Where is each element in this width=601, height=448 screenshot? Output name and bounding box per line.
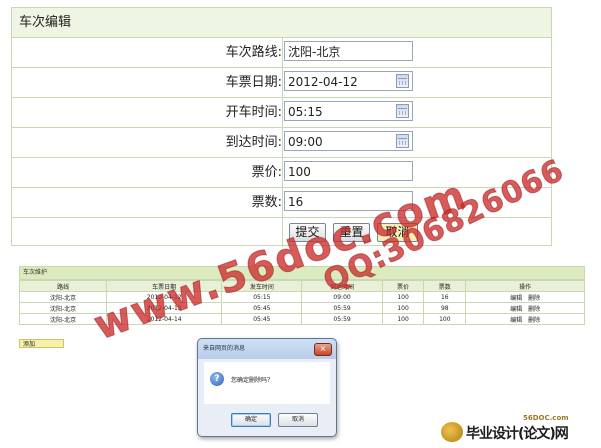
close-button[interactable]: × bbox=[314, 343, 332, 356]
dialog-message: 您确定删除吗？ bbox=[231, 377, 274, 384]
edit-link[interactable]: 编辑 bbox=[510, 306, 522, 313]
cell-actions: 编辑 删除 bbox=[465, 313, 585, 325]
calendar-icon[interactable] bbox=[396, 104, 409, 118]
table-row: 沈阳-北京 2012-04-12 05:15 09:00 100 16 编辑 删除 bbox=[18, 291, 585, 303]
route-input[interactable]: 沈阳-北京 bbox=[284, 41, 413, 61]
logo-text: 毕业设计(论文)网 bbox=[466, 426, 569, 442]
form-row-buttons: 提交 重置 取消 bbox=[12, 218, 551, 247]
arrive-time-label: 到达时间: bbox=[225, 135, 282, 150]
cell-actions: 编辑 删除 bbox=[465, 302, 585, 314]
col-route: 路线 bbox=[18, 280, 108, 292]
price-input[interactable]: 100 bbox=[284, 161, 413, 181]
logo-url: 56DOC.com bbox=[523, 414, 569, 422]
route-label: 车次路线: bbox=[225, 45, 282, 60]
reset-button[interactable]: 重置 bbox=[333, 223, 370, 242]
cell-depart: 05:15 bbox=[221, 291, 303, 303]
date-value: 2012-04-12 bbox=[288, 75, 358, 89]
form-row-price: 票价: 100 bbox=[12, 158, 551, 188]
cell-price: 100 bbox=[381, 302, 425, 314]
cell-date: 2012-04-14 bbox=[106, 313, 223, 325]
form-row-route: 车次路线: 沈阳-北京 bbox=[12, 38, 551, 68]
form-row-date: 车票日期: 2012-04-12 bbox=[12, 68, 551, 98]
cell-route: 沈阳-北京 bbox=[18, 291, 108, 303]
train-table: 路线 车票日期 发车时间 到达时间 票价 票数 操作 沈阳-北京 2012-04… bbox=[18, 280, 585, 325]
cell-arrive: 05:59 bbox=[301, 302, 383, 314]
cell-depart: 05:45 bbox=[221, 313, 303, 325]
cell-depart: 05:45 bbox=[221, 302, 303, 314]
col-count: 票数 bbox=[423, 280, 467, 292]
col-arrive: 到达时间 bbox=[301, 280, 383, 292]
question-icon: ? bbox=[210, 372, 224, 386]
cell-count: 100 bbox=[423, 313, 467, 325]
col-date: 车票日期 bbox=[106, 280, 223, 292]
cell-price: 100 bbox=[381, 313, 425, 325]
ticket-count-label: 票数: bbox=[251, 195, 282, 210]
cell-actions: 编辑 删除 bbox=[465, 291, 585, 303]
depart-time-value: 05:15 bbox=[288, 105, 323, 119]
list-title: 车次维护 bbox=[19, 266, 585, 280]
cell-count: 98 bbox=[423, 302, 467, 314]
cell-route: 沈阳-北京 bbox=[18, 313, 108, 325]
dialog-cancel-button[interactable]: 取消 bbox=[278, 413, 318, 427]
cell-date: 2012-04-12 bbox=[106, 291, 223, 303]
cell-arrive: 09:00 bbox=[301, 291, 383, 303]
calendar-icon[interactable] bbox=[396, 134, 409, 148]
ok-button[interactable]: 确定 bbox=[231, 413, 271, 427]
submit-button[interactable]: 提交 bbox=[289, 223, 326, 242]
date-input[interactable]: 2012-04-12 bbox=[284, 71, 413, 91]
dialog-body: ? 您确定删除吗？ bbox=[204, 362, 330, 404]
depart-time-input[interactable]: 05:15 bbox=[284, 101, 413, 121]
cell-count: 16 bbox=[423, 291, 467, 303]
delete-link[interactable]: 删除 bbox=[528, 295, 540, 302]
cell-date: 2012-04-13 bbox=[106, 302, 223, 314]
price-label: 票价: bbox=[251, 165, 282, 180]
depart-time-label: 开车时间: bbox=[225, 105, 282, 120]
form-row-arrive: 到达时间: 09:00 bbox=[12, 128, 551, 158]
cell-price: 100 bbox=[381, 291, 425, 303]
table-row: 沈阳-北京 2012-04-14 05:45 05:59 100 100 编辑删… bbox=[18, 313, 585, 325]
cell-route: 沈阳-北京 bbox=[18, 302, 108, 314]
cancel-button[interactable]: 取消 bbox=[377, 223, 418, 242]
confirm-dialog: 来自网页的消息 × ? 您确定删除吗？ 确定 取消 bbox=[197, 338, 337, 437]
train-list: 车次维护 路线 车票日期 发车时间 到达时间 票价 票数 操作 沈阳-北京 20… bbox=[18, 266, 585, 325]
table-header-row: 路线 车票日期 发车时间 到达时间 票价 票数 操作 bbox=[18, 280, 585, 292]
cell-arrive: 05:59 bbox=[301, 313, 383, 325]
edit-link[interactable]: 编辑 bbox=[510, 295, 522, 302]
col-price: 票价 bbox=[381, 280, 425, 292]
form-row-depart: 开车时间: 05:15 bbox=[12, 98, 551, 128]
add-button[interactable]: 添加 bbox=[19, 339, 64, 348]
col-depart: 发车时间 bbox=[221, 280, 303, 292]
form-row-count: 票数: 16 bbox=[12, 188, 551, 218]
col-actions: 操作 bbox=[465, 280, 585, 292]
logo-icon bbox=[441, 422, 463, 442]
arrive-time-input[interactable]: 09:00 bbox=[284, 131, 413, 151]
delete-link[interactable]: 删除 bbox=[528, 306, 540, 313]
delete-link[interactable]: 删除 bbox=[528, 317, 540, 324]
dialog-title: 来自网页的消息 bbox=[203, 345, 246, 352]
form-title: 车次编辑 bbox=[12, 8, 551, 38]
arrive-time-value: 09:00 bbox=[288, 135, 323, 149]
train-edit-form: 车次编辑 车次路线: 沈阳-北京 车票日期: 2012-04-12 开车时间: … bbox=[11, 7, 552, 247]
table-row: 沈阳-北京 2012-04-13 05:45 05:59 100 98 编辑 删除 bbox=[18, 302, 585, 314]
ticket-count-input[interactable]: 16 bbox=[284, 191, 413, 211]
date-label: 车票日期: bbox=[225, 75, 282, 90]
calendar-icon[interactable] bbox=[396, 74, 409, 88]
edit-link[interactable]: 编辑 bbox=[510, 317, 522, 324]
